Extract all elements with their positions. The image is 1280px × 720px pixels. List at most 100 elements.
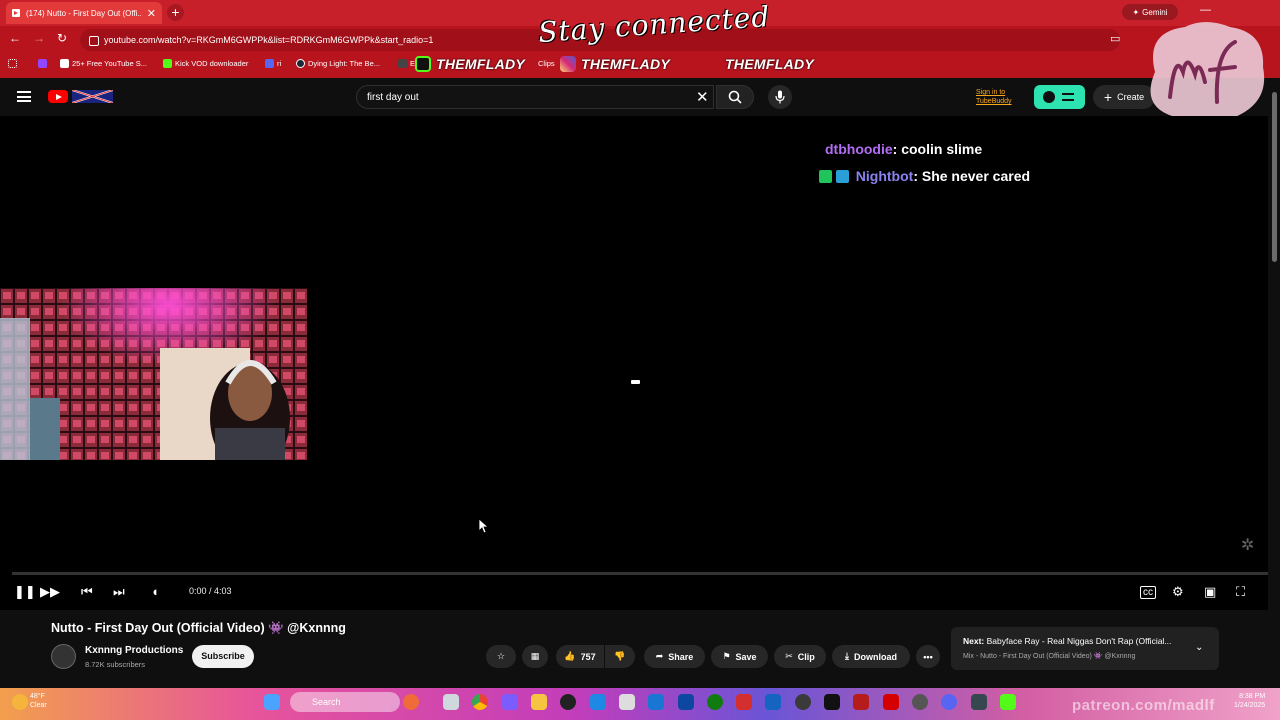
mf-logo-watermark [1150, 22, 1265, 125]
system-clock[interactable]: 8:38 PM 1/24/2025 [1234, 692, 1265, 710]
share-label: Share [668, 651, 694, 662]
bookmark-label: Clips [538, 59, 555, 68]
pause-icon[interactable]: ❚❚ [14, 584, 36, 600]
app-icon[interactable] [971, 694, 987, 710]
scissors-icon: ✂ [785, 651, 793, 661]
download-button[interactable]: ⤓ Download [832, 645, 910, 668]
chat-text: : She never cared [913, 168, 1031, 184]
capcut-icon[interactable] [795, 694, 811, 710]
task-view-icon[interactable] [443, 694, 459, 710]
miniplayer-icon[interactable]: ▣ [1204, 584, 1216, 600]
dislike-button[interactable]: 👎 [605, 645, 635, 668]
store-icon[interactable] [590, 694, 606, 710]
app-icon[interactable] [912, 694, 928, 710]
apps-grid-icon[interactable] [8, 59, 17, 68]
bookmark-label: 25+ Free YouTube S... [72, 59, 147, 68]
up-next-card[interactable] [951, 627, 1219, 670]
obs-icon[interactable] [560, 694, 576, 710]
reload-icon[interactable]: ↻ [57, 31, 67, 45]
voice-search-button[interactable] [768, 85, 792, 109]
new-tab-button[interactable]: + [167, 4, 184, 21]
tubebuddy-menu-button[interactable] [1034, 85, 1085, 109]
windows-start-icon[interactable] [264, 694, 280, 710]
save-label: Save [735, 651, 757, 662]
star-icon[interactable]: ☆ [486, 645, 516, 668]
search-button[interactable] [716, 85, 754, 109]
taskbar-search[interactable]: Search [290, 692, 400, 712]
progress-bar[interactable] [12, 572, 1268, 575]
patreon-watermark: patreon.com/madlf [1072, 697, 1215, 714]
chrome-icon[interactable] [472, 694, 488, 710]
app-icon[interactable] [648, 694, 664, 710]
share-icon: ➦ [655, 651, 664, 661]
save-button[interactable]: ⚑ Save [711, 645, 768, 668]
channel-name[interactable]: Kxnnng Productions [85, 645, 183, 656]
subscribe-button[interactable]: Subscribe [192, 645, 254, 668]
copilot-icon[interactable] [502, 694, 518, 710]
channel-avatar[interactable] [51, 644, 76, 669]
settings-gear-icon[interactable]: ⚙ [1172, 584, 1184, 600]
bookmark-twitch[interactable] [38, 59, 47, 68]
up-next-mix: Mix - Nutto - First Day Out (Official Vi… [963, 653, 1136, 660]
weather-icon[interactable] [12, 694, 28, 710]
cast-icon[interactable]: ▭ [1110, 32, 1120, 45]
like-count: 757 [580, 651, 596, 662]
bookmark-label: ri [277, 59, 282, 68]
back-icon[interactable]: ← [9, 31, 21, 45]
previous-icon[interactable]: ⏮ [81, 584, 93, 600]
menu-lines-icon [1062, 93, 1074, 101]
volume-icon[interactable]: ◖ [151, 584, 159, 599]
weather-temp: 48°F [30, 693, 45, 700]
instagram-icon [560, 56, 576, 72]
bookmark-label: Dying Light: The Be... [308, 59, 380, 68]
kick-social: THEMFLADY [415, 56, 525, 72]
browser-tab[interactable]: (174) Nutto - First Day Out (Offi... ✕ [6, 2, 162, 24]
tab-close-icon[interactable]: ✕ [147, 7, 156, 20]
bookmark-icon [60, 59, 69, 68]
up-next-video-title: Babyface Ray - Real Niggas Don't Rap (Of… [986, 636, 1172, 646]
captions-icon[interactable]: cc [1140, 586, 1156, 599]
clip-button[interactable]: ✂ Clip [774, 645, 826, 668]
chevron-down-icon[interactable]: ⌄ [1195, 642, 1203, 653]
tiktok-icon[interactable] [824, 694, 840, 710]
clock-date: 1/24/2025 [1234, 702, 1266, 709]
like-button[interactable]: 👍 757 [556, 645, 604, 668]
xbox-icon[interactable] [707, 694, 723, 710]
microphone-icon [775, 90, 785, 104]
weather-widget[interactable]: 48°F Clear [30, 692, 47, 710]
search-input[interactable] [367, 89, 687, 105]
bookmark-clips[interactable]: Clips [538, 59, 555, 68]
app-icon[interactable] [736, 694, 752, 710]
bookmark-kick-vod[interactable]: Kick VOD downloader [163, 59, 248, 68]
photoshop-icon[interactable] [765, 694, 781, 710]
chat-username: Nightbot [855, 168, 914, 184]
bookmark-youtube-tools[interactable]: 25+ Free YouTube S... [60, 59, 147, 68]
clear-search-icon[interactable]: ✕ [696, 88, 709, 106]
time-display: 0:00 / 4:03 [189, 586, 232, 596]
fast-forward-icon[interactable]: ▶▶ [40, 584, 60, 600]
file-explorer-icon[interactable] [531, 694, 547, 710]
app-icon[interactable] [403, 694, 419, 710]
share-button[interactable]: ➦ Share [644, 645, 705, 668]
bookmark-icon [398, 59, 407, 68]
bookmark-dying-light[interactable]: Dying Light: The Be... [296, 59, 380, 68]
channel-watermark-icon[interactable]: ✲ [1241, 535, 1254, 555]
fullscreen-icon[interactable]: ⛶ [1236, 584, 1245, 600]
search-icon [728, 90, 742, 104]
menu-icon[interactable] [17, 91, 31, 102]
discord-icon[interactable] [941, 694, 957, 710]
youtube-logo-icon[interactable] [48, 90, 68, 103]
bookmark-ri[interactable]: ri [265, 59, 281, 68]
app-icon[interactable] [619, 694, 635, 710]
grid-icon[interactable]: ▦ [522, 645, 548, 668]
chat-text: : coolin slime [892, 141, 983, 157]
tubebuddy-signin-link[interactable]: Sign in to TubeBuddy [976, 88, 1030, 106]
more-actions-icon[interactable]: ••• [916, 645, 940, 668]
kick-icon[interactable] [1000, 694, 1016, 710]
app-icon[interactable] [678, 694, 694, 710]
app-icon[interactable] [853, 694, 869, 710]
next-icon[interactable]: ⏭ [113, 584, 125, 600]
forward-icon[interactable]: → [33, 31, 45, 45]
scrollbar-thumb[interactable] [1272, 92, 1277, 262]
app-icon[interactable] [883, 694, 899, 710]
